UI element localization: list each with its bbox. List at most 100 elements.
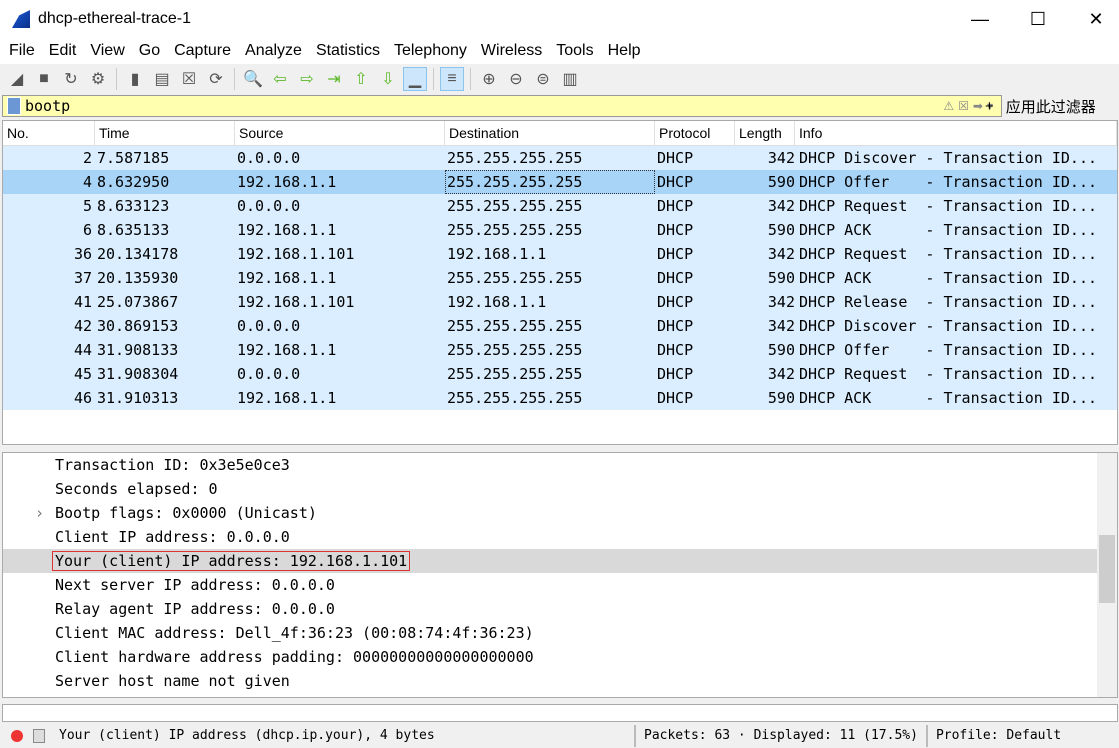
stop-icon[interactable]: ■ bbox=[32, 67, 56, 91]
forward-icon[interactable]: ⇨ bbox=[295, 67, 319, 91]
details-scrollbar[interactable] bbox=[1097, 453, 1117, 697]
menu-help[interactable]: Help bbox=[601, 42, 648, 60]
packet-cell: 192.168.1.1 bbox=[237, 269, 337, 287]
packet-cell: 36 bbox=[73, 245, 92, 263]
close-button[interactable]: ✕ bbox=[1073, 0, 1119, 38]
packet-cell: 8.635133 bbox=[97, 221, 170, 239]
save-icon[interactable]: ▤ bbox=[150, 67, 174, 91]
detail-text: Your (client) IP address: 192.168.1.101 bbox=[51, 551, 411, 571]
zoom-reset-icon[interactable]: ⊜ bbox=[531, 67, 555, 91]
packet-cell: 255.255.255.255 bbox=[447, 341, 583, 359]
column-header-protocol[interactable]: Protocol bbox=[655, 121, 735, 145]
detail-line[interactable]: Client IP address: 0.0.0.0 bbox=[3, 525, 1097, 549]
apply-arrow-icon[interactable]: ➡ bbox=[973, 99, 983, 113]
toolbar-separator bbox=[116, 68, 117, 90]
resize-columns-icon[interactable]: ▥ bbox=[558, 67, 582, 91]
packet-row[interactable]: 5 8.633123 0.0.0.0 255.255.255.255 DHCP 342 DH… bbox=[3, 194, 1117, 218]
comment-icon[interactable] bbox=[33, 728, 45, 743]
detail-line[interactable]: Relay agent IP address: 0.0.0.0 bbox=[3, 597, 1097, 621]
toolbar: ◢ ■ ↻ ⚙ ▮ ▤ ☒ ⟳ 🔍 ⇦ ⇨ ⇥ ⇧ ⇩ ▁ ≡ ⊕ ⊖ ⊜ ▥ bbox=[0, 64, 1119, 94]
detail-line[interactable]: Seconds elapsed: 0 bbox=[3, 477, 1097, 501]
packet-cell: DHCP Request - Transaction ID... bbox=[799, 197, 1098, 215]
packet-row[interactable]: 45 31.908304 0.0.0.0 255.255.255.255 DHCP 342… bbox=[3, 362, 1117, 386]
packet-row[interactable]: 46 31.910313 192.168.1.1 255.255.255.255 DHC… bbox=[3, 386, 1117, 410]
colorize-icon[interactable]: ≡ bbox=[440, 67, 464, 91]
menu-edit[interactable]: Edit bbox=[42, 42, 84, 60]
menu-file[interactable]: File bbox=[2, 42, 42, 60]
detail-line[interactable]: Your (client) IP address: 192.168.1.101 bbox=[3, 549, 1097, 573]
column-header-source[interactable]: Source bbox=[235, 121, 445, 145]
detail-text: Client MAC address: Dell_4f:36:23 (00:08… bbox=[55, 624, 534, 642]
last-icon[interactable]: ⇩ bbox=[376, 67, 400, 91]
column-header-destination[interactable]: Destination bbox=[445, 121, 655, 145]
detail-line[interactable]: Client MAC address: Dell_4f:36:23 (00:08… bbox=[3, 621, 1097, 645]
column-header-no[interactable]: No. bbox=[3, 121, 95, 145]
packet-cell: DHCP ACK - Transaction ID... bbox=[799, 389, 1098, 407]
detail-line[interactable]: Client hardware address padding: 0000000… bbox=[3, 645, 1097, 669]
menu-capture[interactable]: Capture bbox=[167, 42, 238, 60]
column-header-info[interactable]: Info bbox=[795, 121, 1117, 145]
open-icon[interactable]: ▮ bbox=[123, 67, 147, 91]
packet-cell: DHCP bbox=[657, 341, 694, 359]
packet-row[interactable]: 36 20.134178 192.168.1.101 192.168.1.1 DHCP 3… bbox=[3, 242, 1117, 266]
packet-row[interactable]: 42 30.869153 0.0.0.0 255.255.255.255 DHCP 342… bbox=[3, 314, 1117, 338]
packet-row[interactable]: 37 20.135930 192.168.1.1 255.255.255.255 DHC… bbox=[3, 266, 1117, 290]
packet-row[interactable]: 41 25.073867 192.168.1.101 192.168.1.1 DHCP 3… bbox=[3, 290, 1117, 314]
packet-cell: 192.168.1.1 bbox=[237, 389, 337, 407]
apply-filter-button[interactable]: 应用此过滤器 bbox=[1006, 96, 1096, 117]
maximize-button[interactable]: ☐ bbox=[1015, 0, 1061, 38]
menu-go[interactable]: Go bbox=[132, 42, 167, 60]
zoom-in-icon[interactable]: ⊕ bbox=[477, 67, 501, 91]
filter-input[interactable]: bootp bbox=[25, 97, 943, 115]
packet-cell: DHCP Offer - Transaction ID... bbox=[799, 341, 1098, 359]
back-icon[interactable]: ⇦ bbox=[268, 67, 292, 91]
packet-bytes-pane bbox=[2, 704, 1118, 722]
detail-line[interactable]: Server host name not given bbox=[3, 669, 1097, 693]
add-filter-button[interactable]: + bbox=[985, 98, 994, 115]
packet-cell: DHCP Discover - Transaction ID... bbox=[799, 149, 1098, 167]
autoscroll-icon[interactable]: ▁ bbox=[403, 67, 427, 91]
packet-cell: DHCP ACK - Transaction ID... bbox=[799, 269, 1098, 287]
packet-row[interactable]: 6 8.635133 192.168.1.1 255.255.255.255 DHCP 5… bbox=[3, 218, 1117, 242]
restart-icon[interactable]: ↻ bbox=[59, 67, 83, 91]
menu-analyze[interactable]: Analyze bbox=[238, 42, 309, 60]
column-header-length[interactable]: Length bbox=[735, 121, 795, 145]
packet-cell: DHCP bbox=[657, 317, 694, 335]
find-icon[interactable]: 🔍 bbox=[241, 67, 265, 91]
bookmark-icon[interactable] bbox=[7, 97, 21, 115]
wireshark-logo-icon bbox=[12, 10, 30, 28]
zoom-out-icon[interactable]: ⊖ bbox=[504, 67, 528, 91]
clear-filter-icon[interactable]: ☒ bbox=[958, 99, 969, 113]
shark-start-icon[interactable]: ◢ bbox=[5, 67, 29, 91]
detail-line[interactable]: Next server IP address: 0.0.0.0 bbox=[3, 573, 1097, 597]
first-icon[interactable]: ⇧ bbox=[349, 67, 373, 91]
options-icon[interactable]: ⚙ bbox=[86, 67, 110, 91]
status-profile[interactable]: Profile: Default bbox=[925, 724, 1069, 747]
expand-chevron-icon[interactable]: › bbox=[35, 501, 44, 525]
menu-statistics[interactable]: Statistics bbox=[309, 42, 387, 60]
menu-view[interactable]: View bbox=[83, 42, 131, 60]
packet-row[interactable]: 44 31.908133 192.168.1.1 255.255.255.255 DHC… bbox=[3, 338, 1117, 362]
menu-wireless[interactable]: Wireless bbox=[474, 42, 549, 60]
detail-text: Next server IP address: 0.0.0.0 bbox=[55, 576, 335, 594]
packet-cell: 255.255.255.255 bbox=[447, 149, 583, 167]
menu-tools[interactable]: Tools bbox=[549, 42, 600, 60]
detail-line[interactable]: › Bootp flags: 0x0000 (Unicast) bbox=[3, 501, 1097, 525]
reload-icon[interactable]: ⟳ bbox=[204, 67, 228, 91]
packet-list-header: No. Time Source Destination Protocol Length In… bbox=[3, 121, 1117, 146]
packet-cell: DHCP bbox=[657, 389, 694, 407]
detail-text: Transaction ID: 0x3e5e0ce3 bbox=[55, 456, 290, 474]
packet-row[interactable]: 2 7.587185 0.0.0.0 255.255.255.255 DHCP 342 DH… bbox=[3, 146, 1117, 170]
packet-cell: 255.255.255.255 bbox=[445, 170, 655, 194]
close-file-icon[interactable]: ☒ bbox=[177, 67, 201, 91]
status-packets: Packets: 63 · Displayed: 11 (17.5%) bbox=[634, 724, 926, 747]
column-header-time[interactable]: Time bbox=[95, 121, 235, 145]
capture-status-icon[interactable] bbox=[11, 729, 23, 742]
warning-icon: ⚠ bbox=[943, 99, 955, 113]
goto-icon[interactable]: ⇥ bbox=[322, 67, 346, 91]
packet-cell: 255.255.255.255 bbox=[447, 269, 583, 287]
detail-line[interactable]: Transaction ID: 0x3e5e0ce3 bbox=[3, 453, 1097, 477]
menu-telephony[interactable]: Telephony bbox=[387, 42, 474, 60]
packet-row[interactable]: 4 8.632950 192.168.1.1 255.255.255.255 DHCP 5… bbox=[3, 170, 1117, 194]
minimize-button[interactable]: — bbox=[957, 0, 1003, 38]
